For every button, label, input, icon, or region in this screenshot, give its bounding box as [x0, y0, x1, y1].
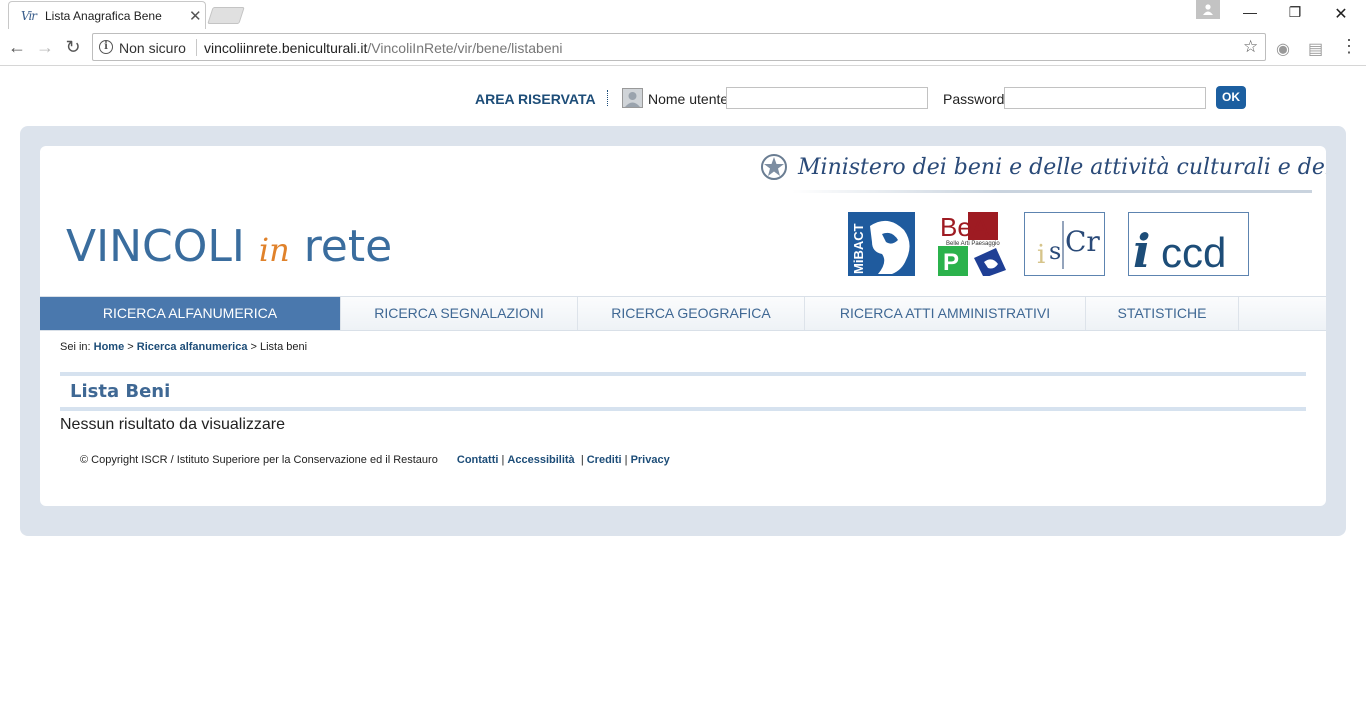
breadcrumb-current: Lista beni: [260, 341, 308, 353]
svg-text:ccd: ccd: [1161, 229, 1226, 275]
tab-title: Lista Anagrafica Bene: [45, 9, 162, 23]
extension-doc-icon[interactable]: ▤: [1308, 39, 1323, 59]
forward-arrow-icon[interactable]: →: [34, 36, 56, 58]
breadcrumb-separator: >: [127, 341, 134, 353]
restore-icon[interactable]: ❐: [1280, 4, 1310, 24]
copyright-text: © Copyright ISCR / Istituto Superiore pe…: [80, 454, 438, 466]
login-bar: AREA RISERVATA Nome utente Password OK: [0, 86, 1366, 110]
mibact-logo[interactable]: MiBACT: [848, 212, 915, 276]
breadcrumb-ricerca-link[interactable]: Ricerca alfanumerica: [137, 341, 248, 353]
new-tab-button[interactable]: [207, 7, 245, 24]
ministero-underline: [792, 190, 1312, 193]
browser-titlebar: Vir Lista Anagrafica Bene ✕ — ❐ ✕: [0, 0, 1366, 29]
footer-separator: |: [624, 454, 628, 466]
svg-text:Cr: Cr: [1065, 225, 1100, 258]
url-text[interactable]: vincoliinrete.beniculturali.it/VincoliIn…: [204, 40, 563, 56]
password-label: Password: [943, 91, 1005, 107]
belle-arti-paesaggio-logo[interactable]: BeA Belle Arti Paesaggio P: [938, 212, 1006, 278]
svg-text:i: i: [1037, 240, 1045, 270]
minimize-icon[interactable]: —: [1235, 4, 1265, 24]
footer-link-crediti[interactable]: Crediti: [587, 454, 622, 466]
nav-tab-ricerca-alfanumerica[interactable]: RICERCA ALFANUMERICA: [40, 297, 341, 330]
not-secure-label: Non sicuro: [119, 40, 186, 56]
list-heading-box: Lista Beni: [60, 372, 1306, 411]
browser-menu-icon[interactable]: ⋮: [1340, 37, 1358, 55]
password-input[interactable]: [1004, 87, 1206, 109]
profile-icon[interactable]: [1196, 0, 1220, 19]
nav-tab-statistiche[interactable]: STATISTICHE: [1086, 297, 1239, 330]
svg-text:P: P: [943, 249, 959, 276]
username-input[interactable]: [726, 87, 928, 109]
url-divider: [196, 39, 197, 56]
page-title: Lista Beni: [70, 381, 171, 402]
main-navigation: RICERCA ALFANUMERICA RICERCA SEGNALAZION…: [40, 296, 1326, 331]
footer-link-contatti[interactable]: Contatti: [457, 454, 499, 466]
tab-close-icon[interactable]: ✕: [189, 7, 202, 25]
empty-results-message: Nessun risultato da visualizzare: [60, 416, 285, 433]
reload-icon[interactable]: ↻: [62, 36, 84, 58]
italian-republic-emblem-icon: [761, 154, 787, 180]
breadcrumb-separator: >: [250, 341, 257, 353]
footer: © Copyright ISCR / Istituto Superiore pe…: [80, 454, 670, 466]
extension-eye-icon[interactable]: ◉: [1276, 39, 1290, 59]
user-icon: [622, 88, 643, 108]
browser-tab[interactable]: Vir Lista Anagrafica Bene ✕: [8, 1, 206, 29]
page-frame: Ministero dei beni e delle attività cult…: [20, 126, 1346, 536]
address-bar[interactable]: i Non sicuro vincoliinrete.beniculturali…: [92, 33, 1266, 61]
back-arrow-icon[interactable]: ←: [6, 36, 28, 58]
breadcrumb-prefix: Sei in:: [60, 341, 91, 353]
iscr-logo[interactable]: i s Cr: [1024, 212, 1105, 276]
footer-separator: |: [501, 454, 505, 466]
ministero-title: Ministero dei beni e delle attività cult…: [798, 155, 1326, 180]
breadcrumb-home-link[interactable]: Home: [94, 341, 125, 353]
nav-tab-ricerca-segnalazioni[interactable]: RICERCA SEGNALAZIONI: [341, 297, 578, 330]
svg-text:s: s: [1049, 237, 1061, 265]
svg-text:BeA: BeA: [940, 212, 990, 242]
svg-text:i: i: [1133, 224, 1150, 275]
breadcrumb: Sei in: Home > Ricerca alfanumerica > Li…: [60, 341, 307, 353]
bookmark-star-icon[interactable]: ☆: [1243, 37, 1258, 57]
footer-separator: |: [580, 454, 584, 466]
site-favicon-icon: Vir: [21, 9, 37, 23]
page-content: Ministero dei beni e delle attività cult…: [40, 146, 1326, 506]
area-riservata-label: AREA RISERVATA: [475, 91, 596, 107]
footer-link-accessibilita[interactable]: Accessibilità: [507, 454, 574, 466]
iccd-logo[interactable]: i ccd: [1128, 212, 1249, 278]
close-window-icon[interactable]: ✕: [1326, 4, 1356, 24]
login-ok-button[interactable]: OK: [1216, 86, 1246, 109]
browser-toolbar: ← → ↻ i Non sicuro vincoliinrete.benicul…: [0, 29, 1366, 66]
nav-tab-ricerca-atti-amministrativi[interactable]: RICERCA ATTI AMMINISTRATIVI: [805, 297, 1086, 330]
info-icon[interactable]: i: [99, 40, 113, 54]
footer-link-privacy[interactable]: Privacy: [631, 454, 670, 466]
svg-text:MiBACT: MiBACT: [851, 223, 866, 274]
login-divider: [607, 90, 608, 106]
username-label: Nome utente: [648, 91, 729, 107]
ministero-banner: Ministero dei beni e delle attività cult…: [760, 150, 1326, 194]
vincoli-in-rete-logo[interactable]: VINCOLI in rete: [66, 221, 392, 272]
nav-tab-ricerca-geografica[interactable]: RICERCA GEOGRAFICA: [578, 297, 805, 330]
